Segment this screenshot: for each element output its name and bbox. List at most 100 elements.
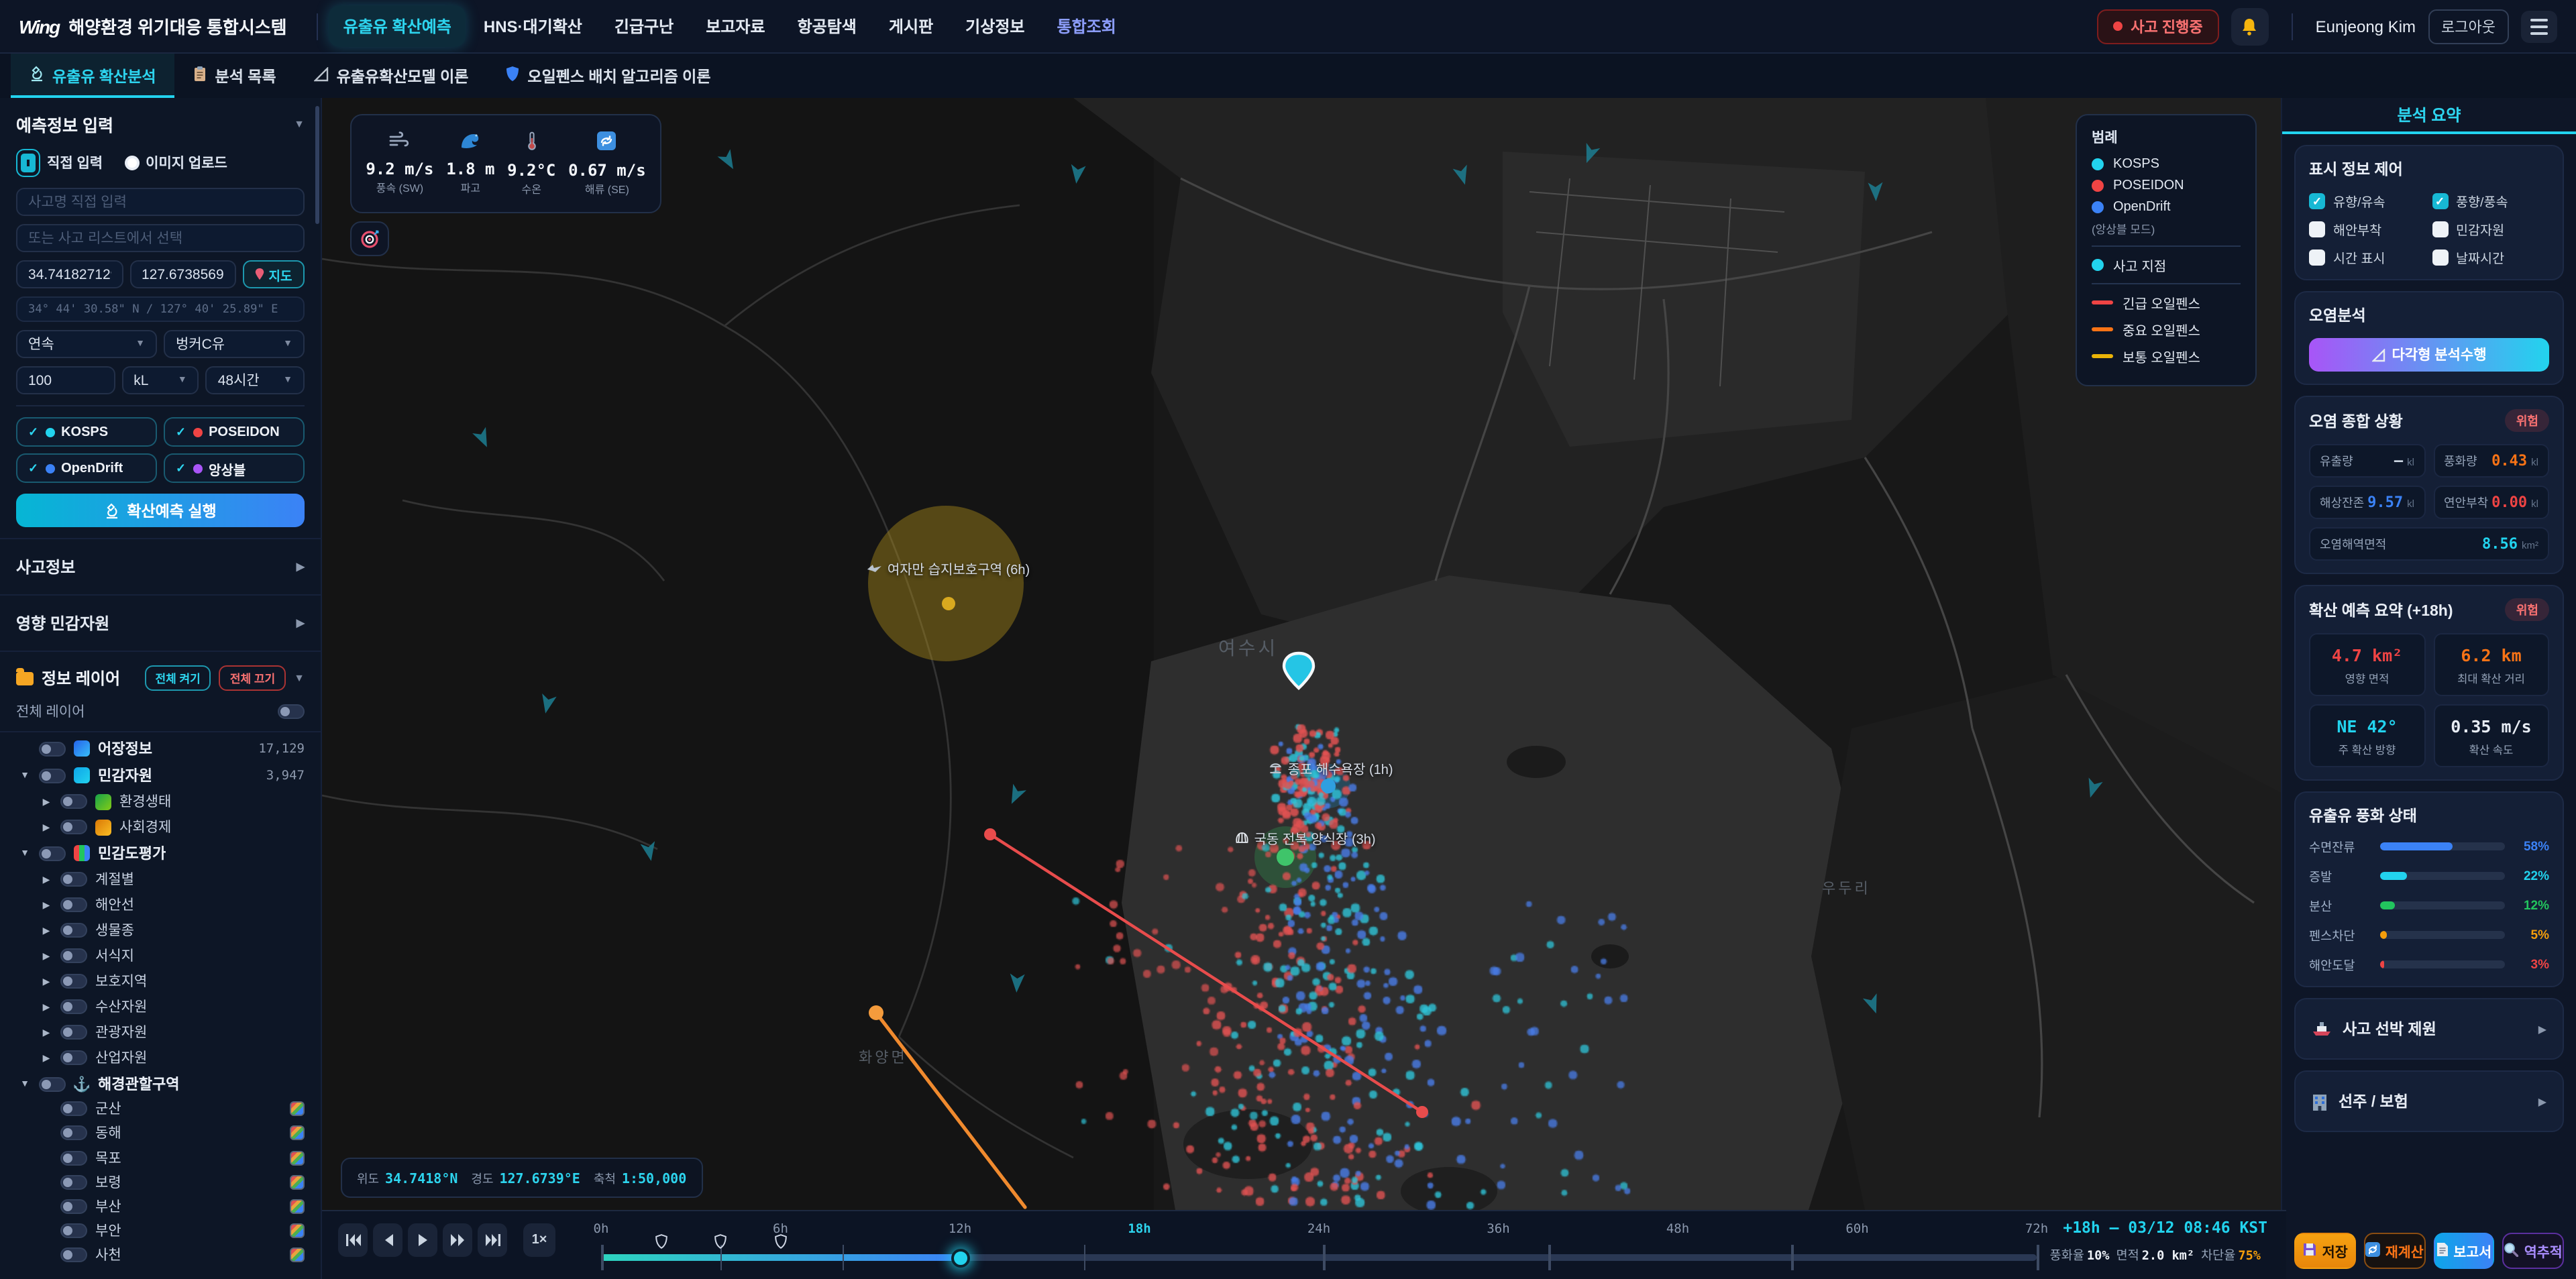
radio-image-upload[interactable]: 이미지 업로드 — [124, 149, 227, 177]
fence-deploy-shield-icon[interactable] — [714, 1231, 727, 1256]
spill-type-select[interactable]: 연속 ▼ — [16, 330, 157, 358]
chevron-right-icon[interactable]: ▶ — [40, 874, 52, 885]
layer-toggle[interactable] — [39, 768, 66, 783]
ship-spec-card[interactable]: 사고 선박 제원 ▶ — [2294, 998, 2564, 1060]
layer-toggle[interactable] — [60, 794, 87, 809]
slider-thumb[interactable] — [951, 1248, 969, 1267]
master-layer-toggle[interactable] — [278, 704, 305, 719]
checked-box-icon[interactable]: ✓ — [2309, 193, 2325, 209]
layer-toggle[interactable] — [60, 999, 87, 1014]
save-button[interactable]: 저장 — [2294, 1233, 2356, 1269]
tab-1[interactable]: 분석 목록 — [175, 54, 295, 98]
layer-style-swatch[interactable] — [290, 1101, 305, 1117]
layer-style-swatch[interactable] — [290, 1247, 305, 1263]
layer-toggle[interactable] — [39, 741, 66, 756]
model-chip-kosps[interactable]: ✓ KOSPS — [16, 417, 157, 447]
chevron-right-icon[interactable]: ▶ — [40, 925, 52, 936]
tab-2[interactable]: 유출유확산모델 이론 — [295, 54, 488, 98]
report-button[interactable]: 보고서 — [2433, 1233, 2495, 1269]
unit-select[interactable]: kL ▼ — [121, 366, 199, 394]
layer-style-swatch[interactable] — [290, 1150, 305, 1166]
layers-all-off-button[interactable]: 전체 끄기 — [219, 665, 286, 691]
layers-all-on-button[interactable]: 전체 켜기 — [144, 665, 211, 691]
unchecked-box-icon[interactable] — [2309, 249, 2325, 266]
beach-dot[interactable] — [1321, 779, 1336, 793]
layer-toggle[interactable] — [60, 1223, 87, 1239]
map-viewport[interactable]: 9.2 m/s 풍속 (SW) 1.8 m 파고 9.2°C 수온 0.67 m/s 해류 (… — [322, 98, 2286, 1210]
play-button[interactable] — [408, 1223, 437, 1257]
logout-button[interactable]: 로그아웃 — [2428, 9, 2509, 44]
sidebar-scrollbar[interactable] — [315, 106, 319, 224]
prediction-section-title[interactable]: 예측정보 입력 ▼ — [16, 111, 305, 137]
chevron-down-icon[interactable]: ▼ — [19, 1079, 31, 1089]
check-유향/유속[interactable]: ✓ 유향/유속 — [2309, 192, 2426, 211]
notification-button[interactable] — [2231, 7, 2269, 45]
duration-select[interactable]: 48시간 ▼ — [205, 366, 305, 394]
impact-resources-section[interactable]: 영향 민감자원 ▶ — [0, 594, 321, 651]
layer-toggle[interactable] — [60, 1025, 87, 1040]
chevron-right-icon[interactable]: ▶ — [40, 950, 52, 961]
unchecked-box-icon[interactable] — [2432, 249, 2448, 266]
tab-3[interactable]: 오일펜스 배치 알고리즘 이론 — [487, 54, 729, 98]
unchecked-box-icon[interactable] — [2432, 221, 2448, 237]
incident-info-section[interactable]: 사고정보 ▶ — [0, 538, 321, 594]
radio-direct-input[interactable]: 직접 입력 — [16, 149, 103, 177]
layer-toggle[interactable] — [60, 1199, 87, 1214]
nav-item-4[interactable]: 항공탐색 — [783, 5, 871, 47]
farm-dot[interactable] — [1277, 848, 1294, 866]
chevron-down-icon[interactable]: ▼ — [19, 771, 31, 780]
fence-deploy-shield-icon[interactable] — [655, 1231, 667, 1256]
polygon-analysis-button[interactable]: 다각형 분석수행 — [2309, 338, 2549, 372]
playback-speed-button[interactable]: 1× — [523, 1223, 555, 1257]
layer-style-swatch[interactable] — [290, 1199, 305, 1214]
skip-end-button[interactable] — [478, 1223, 507, 1257]
chevron-right-icon[interactable]: ▶ — [40, 796, 52, 807]
center-target-button[interactable] — [350, 221, 389, 256]
fast-forward-button[interactable] — [443, 1223, 472, 1257]
layer-toggle[interactable] — [60, 923, 87, 938]
incident-pin[interactable] — [1282, 651, 1316, 690]
model-chip-opendrift[interactable]: ✓ OpenDrift — [16, 453, 157, 483]
chevron-right-icon[interactable]: ▶ — [40, 1027, 52, 1038]
oil-type-select[interactable]: 벙커C유 ▼ — [164, 330, 305, 358]
layer-toggle[interactable] — [60, 974, 87, 989]
layer-toggle[interactable] — [60, 1101, 87, 1117]
longitude-input[interactable] — [129, 260, 236, 288]
check-민감자원[interactable]: 민감자원 — [2432, 220, 2549, 239]
pick-on-map-button[interactable]: 지도 — [243, 260, 305, 288]
layer-style-swatch[interactable] — [290, 1174, 305, 1190]
layer-toggle[interactable] — [60, 1050, 87, 1065]
layer-toggle[interactable] — [60, 1247, 87, 1263]
step-back-button[interactable] — [373, 1223, 402, 1257]
check-시간 표시[interactable]: 시간 표시 — [2309, 248, 2426, 267]
incident-name-input[interactable] — [16, 188, 305, 216]
nav-item-5[interactable]: 게시판 — [874, 5, 948, 47]
fence-line-urgent[interactable] — [984, 828, 1428, 1118]
nav-item-6[interactable]: 기상정보 — [951, 5, 1039, 47]
check-날짜시간[interactable]: 날짜시간 — [2432, 248, 2549, 267]
model-chip-poseidon[interactable]: ✓ POSEIDON — [164, 417, 305, 447]
chevron-right-icon[interactable]: ▶ — [40, 1052, 52, 1063]
layer-toggle[interactable] — [60, 948, 87, 963]
owner-insurance-card[interactable]: 선주 / 보험 ▶ — [2294, 1070, 2564, 1132]
nav-item-2[interactable]: 긴급구난 — [600, 5, 688, 47]
trace-button[interactable]: 역추적 — [2502, 1233, 2564, 1269]
skip-start-button[interactable] — [338, 1223, 368, 1257]
checked-box-icon[interactable]: ✓ — [2432, 193, 2448, 209]
layer-toggle[interactable] — [39, 1076, 66, 1091]
nav-item-0[interactable]: 유출유 확산예측 — [328, 5, 466, 47]
model-chip-앙상블[interactable]: ✓ 앙상블 — [164, 453, 305, 483]
check-풍향/풍속[interactable]: ✓ 풍향/풍속 — [2432, 192, 2549, 211]
fence-deploy-shield-icon[interactable] — [774, 1231, 787, 1256]
chevron-right-icon[interactable]: ▶ — [40, 822, 52, 832]
layer-toggle[interactable] — [60, 820, 87, 834]
panel-title-tab[interactable]: 분석 요약 — [2282, 98, 2576, 134]
incident-list-input[interactable] — [16, 224, 305, 252]
protected-zone-dot[interactable] — [942, 597, 955, 610]
nav-item-3[interactable]: 보고자료 — [691, 5, 780, 47]
layer-toggle[interactable] — [60, 1174, 87, 1190]
layer-toggle[interactable] — [60, 1125, 87, 1141]
chevron-right-icon[interactable]: ▶ — [40, 899, 52, 910]
chevron-right-icon[interactable]: ▶ — [40, 1001, 52, 1012]
layer-style-swatch[interactable] — [290, 1223, 305, 1239]
